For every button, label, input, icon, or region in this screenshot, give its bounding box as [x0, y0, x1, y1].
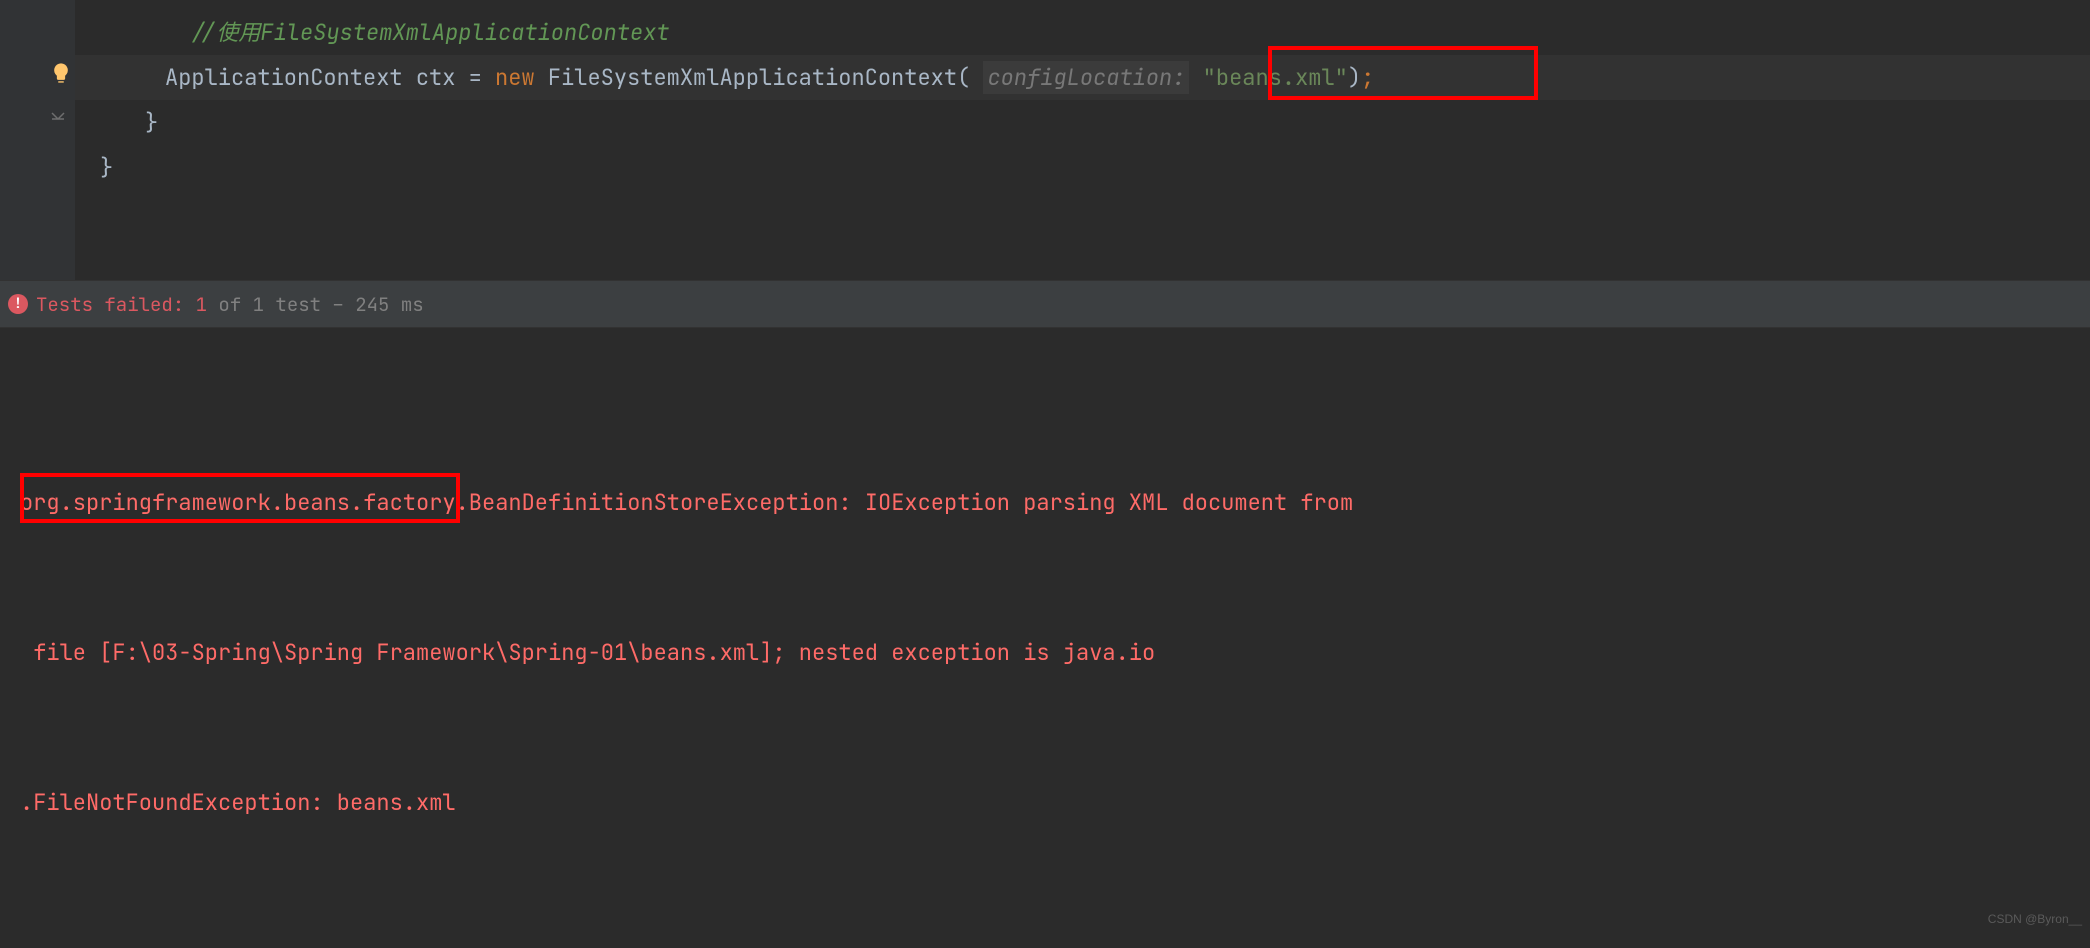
- string-literal: "beans.xml": [1203, 63, 1348, 92]
- comment-text: //使用FileSystemXmlApplicationContext: [190, 18, 670, 47]
- semicolon: ;: [1361, 63, 1374, 92]
- watermark-text: CSDN @Byron__: [1988, 894, 2082, 944]
- status-time: 245 ms: [355, 292, 423, 317]
- close-brace: }: [145, 108, 158, 137]
- code-editor[interactable]: //使用FileSystemXmlApplicationContext Appl…: [0, 0, 2090, 280]
- code-line-comment[interactable]: //使用FileSystemXmlApplicationContext: [100, 10, 2090, 55]
- test-status-bar: ! Tests failed: 1 of 1 test – 245 ms: [0, 280, 2090, 328]
- type-name: ApplicationContext: [165, 63, 403, 92]
- equals-op: =: [469, 63, 482, 92]
- status-prefix: Tests failed:: [36, 292, 184, 317]
- error-stacktrace[interactable]: org.springframework.beans.factory.BeanDe…: [20, 378, 2070, 928]
- failed-count: 1: [196, 292, 207, 317]
- paren-close: ): [1348, 63, 1361, 92]
- paren-open: (: [957, 63, 970, 92]
- code-line-brace2[interactable]: }: [100, 145, 2090, 190]
- hint-label: configLocation:: [987, 63, 1185, 92]
- fold-end-icon[interactable]: [50, 110, 72, 132]
- status-middle: of 1 test –: [218, 292, 343, 317]
- error-line-2: file [F:\03-Spring\Spring Framework\Spri…: [20, 628, 2070, 678]
- error-line-3: .FileNotFoundException: beans.xml: [20, 778, 2070, 828]
- error-status-icon: !: [8, 294, 28, 314]
- class-name: FileSystemXmlApplicationContext: [548, 63, 957, 92]
- intention-bulb-icon[interactable]: [50, 62, 72, 84]
- new-keyword: new: [495, 63, 535, 92]
- variable-name: ctx: [416, 63, 456, 92]
- parameter-hint: configLocation:: [983, 61, 1189, 94]
- console-output[interactable]: org.springframework.beans.factory.BeanDe…: [0, 328, 2090, 948]
- code-content[interactable]: //使用FileSystemXmlApplicationContext Appl…: [0, 0, 2090, 190]
- code-line-brace1[interactable]: }: [100, 100, 2090, 145]
- close-brace: }: [100, 153, 113, 182]
- code-line-statement[interactable]: ApplicationContext ctx = new FileSystemX…: [75, 55, 2090, 100]
- error-line-1: org.springframework.beans.factory.BeanDe…: [20, 478, 2070, 528]
- editor-gutter: [0, 0, 75, 280]
